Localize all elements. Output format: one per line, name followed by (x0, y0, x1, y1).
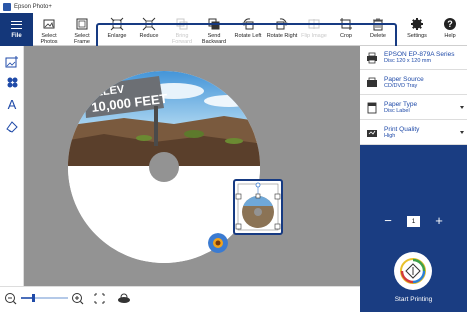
fit-screen-icon[interactable] (94, 293, 105, 304)
printer-name: EPSON EP-879A Series (384, 50, 455, 58)
paper-source-value: CD/DVD Tray (384, 82, 418, 89)
label: Select Frame (74, 33, 90, 45)
text-icon: A (8, 97, 17, 111)
chevron-down-icon (460, 131, 464, 134)
svg-text:A: A (8, 97, 17, 111)
label: Settings (407, 33, 427, 39)
toolbar: File Select Photos Select Frame Enlarge … (0, 13, 467, 58)
chevron-down-icon (460, 106, 464, 109)
start-printing-button[interactable] (394, 252, 432, 290)
gear-icon (410, 17, 424, 31)
background-button[interactable] (4, 118, 20, 134)
copies-stepper: − 1 + (360, 214, 467, 228)
add-photo-icon (5, 56, 18, 68)
print-action-area: − 1 + Start Printing (360, 145, 467, 312)
zoom-bar (0, 286, 360, 312)
title-bar: Epson Photo+ (0, 0, 467, 13)
help-button[interactable]: ? Help (437, 13, 463, 46)
print-quality-label: Print Quality (384, 125, 420, 133)
preview-icon[interactable] (118, 293, 130, 303)
copies-input[interactable]: 1 (407, 215, 420, 227)
zoom-out-icon[interactable] (5, 293, 17, 305)
text-button[interactable]: A (4, 96, 20, 112)
paper-type-label: Paper Type (384, 100, 418, 108)
help-icon: ? (443, 17, 457, 31)
file-menu-button[interactable]: File (0, 13, 33, 46)
paper-icon (366, 102, 378, 114)
printer-icon (366, 52, 378, 64)
zoom-in-icon[interactable] (72, 293, 84, 305)
file-label: File (11, 32, 22, 39)
label: Select Photos (40, 33, 58, 45)
print-quality-selector[interactable]: Print Quality High (360, 121, 467, 145)
zoom-slider[interactable] (21, 294, 68, 302)
paper-type-selector[interactable]: Paper Type Disc Label (360, 96, 467, 120)
disc-preview: ELEV 10,000 FEET (68, 71, 283, 263)
stamp-icon (7, 77, 18, 88)
label: Help (444, 33, 456, 39)
select-photos-button[interactable]: Select Photos (37, 13, 61, 46)
start-printing-label: Start Printing (394, 296, 433, 303)
paper-source-selector[interactable]: Paper Source CD/DVD Tray (360, 71, 467, 95)
printer-selector[interactable]: EPSON EP-879A Series Disc 120 x 120 mm (360, 46, 467, 70)
increase-copies-button[interactable]: + (432, 214, 446, 228)
quality-icon (366, 127, 378, 139)
paper-source-label: Paper Source (384, 75, 424, 83)
frame-icon (75, 17, 89, 31)
printer-detail: Disc 120 x 120 mm (384, 57, 432, 64)
background-icon (6, 121, 18, 133)
svg-text:?: ? (447, 19, 453, 29)
settings-button[interactable]: Settings (403, 13, 431, 46)
tray-icon (366, 77, 378, 89)
left-tool-strip: A (0, 46, 24, 286)
print-quality-value: High (384, 132, 396, 139)
window-title: Epson Photo+ (14, 3, 52, 10)
add-photo-button[interactable] (4, 54, 20, 70)
stamp-button[interactable] (4, 74, 20, 90)
decrease-copies-button[interactable]: − (381, 214, 395, 228)
print-start-icon (400, 258, 426, 284)
select-frame-button[interactable]: Select Frame (70, 13, 94, 46)
photo-icon (42, 17, 56, 31)
editing-canvas[interactable]: ELEV 10,000 FEET (24, 46, 360, 286)
paper-type-value: Disc Label (384, 107, 410, 114)
hamburger-icon (11, 20, 22, 29)
app-icon (3, 2, 11, 11)
